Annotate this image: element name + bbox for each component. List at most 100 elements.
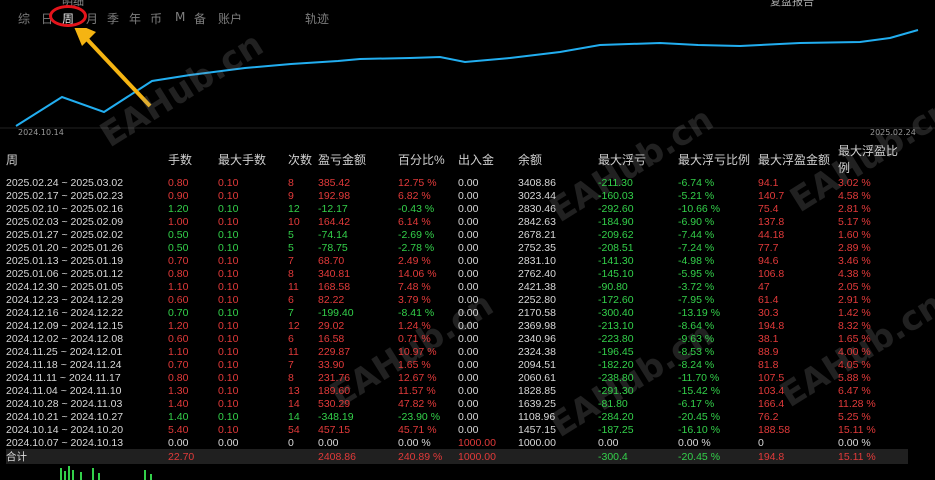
cell-lots: 0.80: [168, 176, 189, 189]
cell-week: 2025.01.06 ~ 2025.01.12: [6, 267, 124, 280]
cell-percent: 0.71 %: [398, 332, 431, 345]
cell-lots: 0.70: [168, 358, 189, 371]
table-row[interactable]: 2024.11.04 ~ 2024.11.10 1.30 0.10 13 189.60 1…: [6, 384, 908, 397]
cell-max-drawdown: -145.10: [598, 267, 634, 280]
tab-quarter[interactable]: 季: [107, 10, 119, 27]
chart-end-date: 2025.02.24: [870, 128, 916, 137]
col-pnl[interactable]: 盈亏金额: [318, 142, 398, 176]
cell-max-gain-pct: 4.05 %: [838, 358, 871, 371]
table-total-row[interactable]: 合计 22.70 2408.86 240.89 % 1000.00 -300.4 -20.4…: [6, 449, 908, 464]
table-row[interactable]: 2025.02.10 ~ 2025.02.16 1.20 0.10 12 -12.17 -…: [6, 202, 908, 215]
tab-magic[interactable]: M: [175, 10, 185, 24]
table-row[interactable]: 2024.12.02 ~ 2024.12.08 0.60 0.10 6 16.58 0.7…: [6, 332, 908, 345]
cell-max-drawdown: -187.25: [598, 423, 634, 436]
cell-max-gain: 30.3: [758, 306, 779, 319]
table-row[interactable]: 2024.10.21 ~ 2024.10.27 1.40 0.10 14 -348.19…: [6, 410, 908, 423]
table-row[interactable]: 2025.01.20 ~ 2025.01.26 0.50 0.10 5 -78.75 -2…: [6, 241, 908, 254]
col-balance[interactable]: 余额: [518, 142, 598, 176]
cell-max-lots: 0.10: [218, 306, 239, 319]
cell-max-drawdown-pct: -10.66 %: [678, 202, 721, 215]
table-row[interactable]: 2025.02.03 ~ 2025.02.09 1.00 0.10 10 164.42 6…: [6, 215, 908, 228]
table-row[interactable]: 2024.11.18 ~ 2024.11.24 0.70 0.10 7 33.90 1.6…: [6, 358, 908, 371]
cell-count: 6: [288, 332, 294, 345]
cell-lots: 1.20: [168, 202, 189, 215]
cell-max-lots: 0.10: [218, 319, 239, 332]
tab-month[interactable]: 月: [86, 10, 98, 27]
cell-pnl: 164.42: [318, 215, 351, 228]
col-lots[interactable]: 手数: [168, 142, 218, 176]
cell-deposit: 0.00: [458, 176, 479, 189]
cell-percent: 6.82 %: [398, 189, 431, 202]
cell-max-drawdown-pct: -8.53 %: [678, 345, 715, 358]
cell-max-gain: 61.4: [758, 293, 779, 306]
table-row[interactable]: 2024.10.28 ~ 2024.11.03 1.40 0.10 14 530.29 4…: [6, 397, 908, 410]
cell-count: 7: [288, 254, 294, 267]
table-body: 2025.02.24 ~ 2025.03.02 0.80 0.10 8 385.42 12…: [6, 176, 908, 464]
cell-lots: 0.60: [168, 293, 189, 306]
cell-lots: 0.60: [168, 332, 189, 345]
cell-lots: 1.00: [168, 215, 189, 228]
table-row[interactable]: 2024.10.14 ~ 2024.10.20 5.40 0.10 54 457.15 4…: [6, 423, 908, 436]
cell-max-drawdown: -90.80: [598, 280, 628, 293]
cell-max-drawdown: -172.60: [598, 293, 634, 306]
tab-account[interactable]: 账户: [218, 10, 242, 27]
col-max-drawdown[interactable]: 最大浮亏: [598, 142, 678, 176]
col-week[interactable]: 周: [6, 142, 168, 176]
table-row[interactable]: 2025.01.06 ~ 2025.01.12 0.80 0.10 8 340.81 14…: [6, 267, 908, 280]
cell-deposit: 0.00: [458, 228, 479, 241]
cell-lots: 0.90: [168, 189, 189, 202]
cell-max-gain-pct: 2.89 %: [838, 241, 871, 254]
tab-year[interactable]: 年: [129, 10, 141, 27]
equity-curve-chart: [0, 28, 935, 129]
col-max-gain[interactable]: 最大浮盈金额: [758, 142, 838, 176]
cell-week: 2024.10.14 ~ 2024.10.20: [6, 423, 124, 436]
table-row[interactable]: 2024.12.16 ~ 2024.12.22 0.70 0.10 7 -199.40 -…: [6, 306, 908, 319]
cell-max-gain-pct: 6.47 %: [838, 384, 871, 397]
cell-percent: -23.90 %: [398, 410, 441, 423]
cell-pnl: 29.02: [318, 319, 345, 332]
table-row[interactable]: 2024.12.09 ~ 2024.12.15 1.20 0.10 12 29.02 1.…: [6, 319, 908, 332]
table-row[interactable]: 2025.01.13 ~ 2025.01.19 0.70 0.10 7 68.70 2.4…: [6, 254, 908, 267]
cell-max-drawdown: -209.62: [598, 228, 634, 241]
table-row[interactable]: 2024.12.23 ~ 2024.12.29 0.60 0.10 6 82.22 3.7…: [6, 293, 908, 306]
cell-max-gain-pct: 2.91 %: [838, 293, 871, 306]
col-deposit[interactable]: 出入金: [458, 142, 518, 176]
table-row[interactable]: 2025.01.27 ~ 2025.02.02 0.50 0.10 5 -74.14 -2…: [6, 228, 908, 241]
col-percent[interactable]: 百分比%: [398, 142, 458, 176]
table-row[interactable]: 2024.10.07 ~ 2024.10.13 0.00 0.00 0 0.00 0.00…: [6, 436, 908, 449]
cell-deposit: 0.00: [458, 371, 479, 384]
tab-currency[interactable]: 币: [150, 10, 162, 27]
cell-pnl: 168.58: [318, 280, 351, 293]
cell-balance: 2842.63: [518, 215, 556, 228]
table-row[interactable]: 2024.11.11 ~ 2024.11.17 0.80 0.10 8 231.76 12…: [6, 371, 908, 384]
cell-max-gain: 88.9: [758, 345, 779, 358]
cell-deposit: 0.00: [458, 384, 479, 397]
cell-max-drawdown-pct: -8.24 %: [678, 358, 715, 371]
cell-deposit: 0.00: [458, 319, 479, 332]
weekly-report-table: 周 手数 最大手数 次数 盈亏金额 百分比% 出入金 余额 最大浮亏 最大浮亏比…: [6, 142, 908, 464]
cell-lots: 0.00: [168, 436, 189, 449]
cell-max-drawdown: -184.90: [598, 215, 634, 228]
table-row[interactable]: 2024.12.30 ~ 2025.01.05 1.10 0.10 11 168.58 7…: [6, 280, 908, 293]
col-max-gain-pct[interactable]: 最大浮盈比例: [838, 142, 908, 176]
cell-pnl: 231.76: [318, 371, 351, 384]
cell-total-pnl: 2408.86: [318, 449, 398, 464]
cell-max-gain-pct: 1.65 %: [838, 332, 871, 345]
cell-max-drawdown-pct: -20.45 %: [678, 410, 721, 423]
col-max-lots[interactable]: 最大手数: [218, 142, 288, 176]
col-count[interactable]: 次数: [288, 142, 318, 176]
table-row[interactable]: 2025.02.24 ~ 2025.03.02 0.80 0.10 8 385.42 12…: [6, 176, 908, 189]
cell-percent: -2.69 %: [398, 228, 435, 241]
cell-count: 11: [288, 345, 299, 358]
cell-percent: 11.57 %: [398, 384, 436, 397]
cell-max-gain: 140.7: [758, 189, 785, 202]
table-row[interactable]: 2024.11.25 ~ 2024.12.01 1.10 0.10 11 229.87 1…: [6, 345, 908, 358]
col-max-drawdown-pct[interactable]: 最大浮亏比例: [678, 142, 758, 176]
table-row[interactable]: 2025.02.17 ~ 2025.02.23 0.90 0.10 9 192.98 6.…: [6, 189, 908, 202]
tab-overview[interactable]: 综: [18, 10, 30, 27]
cell-percent: 3.79 %: [398, 293, 431, 306]
tab-trajectory[interactable]: 轨迹: [305, 10, 329, 27]
tab-note[interactable]: 备: [194, 10, 206, 27]
cell-week: 2025.02.10 ~ 2025.02.16: [6, 202, 124, 215]
cell-max-gain-pct: 2.05 %: [838, 280, 871, 293]
